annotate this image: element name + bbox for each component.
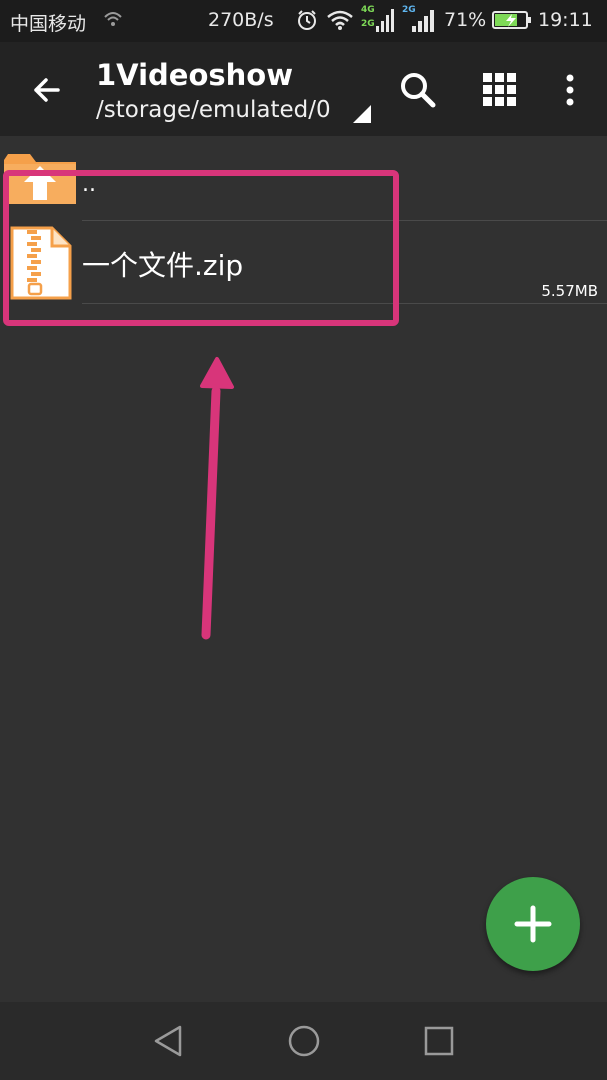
app-toolbar: 1Videoshow /storage/emulated/0: [0, 42, 607, 136]
system-nav-bar: [0, 1002, 607, 1080]
battery-charging-icon: [492, 11, 531, 29]
status-bar: 中国移动 270B/s 4G 2G 2G 71% 19:11: [0, 0, 607, 42]
battery-percent: 71%: [444, 9, 487, 31]
clock: 19:11: [538, 9, 593, 31]
toolbar-title: 1Videoshow: [96, 58, 294, 92]
dropdown-triangle-icon[interactable]: [352, 104, 372, 124]
net-4g-label: 4G: [361, 5, 375, 15]
file-size: 5.57MB: [541, 282, 598, 300]
more-vert-icon[interactable]: [552, 68, 588, 112]
nav-recent-icon[interactable]: [420, 1022, 458, 1060]
nav-back-icon[interactable]: [150, 1022, 188, 1060]
current-path[interactable]: /storage/emulated/0: [96, 97, 331, 123]
back-arrow-icon[interactable]: [26, 68, 70, 112]
wifi-small-icon: [104, 12, 122, 26]
net-speed: 270B/s: [208, 9, 274, 31]
search-icon[interactable]: [396, 68, 440, 112]
add-fab-button[interactable]: [486, 877, 580, 971]
wifi-icon: [327, 10, 353, 30]
carrier-label: 中国移动: [10, 13, 87, 35]
nav-home-icon[interactable]: [285, 1022, 323, 1060]
plus-icon: [514, 905, 552, 943]
annotation-arrow-icon: [200, 357, 234, 640]
signal-2g-icon: 2G: [400, 4, 436, 34]
grid-view-icon[interactable]: [478, 68, 522, 112]
alarm-icon: [298, 10, 316, 30]
signal-4g-icon: 4G 2G: [360, 4, 396, 34]
net-2g-label-a: 2G: [361, 19, 375, 29]
annotation-highlight-box: [3, 170, 399, 326]
